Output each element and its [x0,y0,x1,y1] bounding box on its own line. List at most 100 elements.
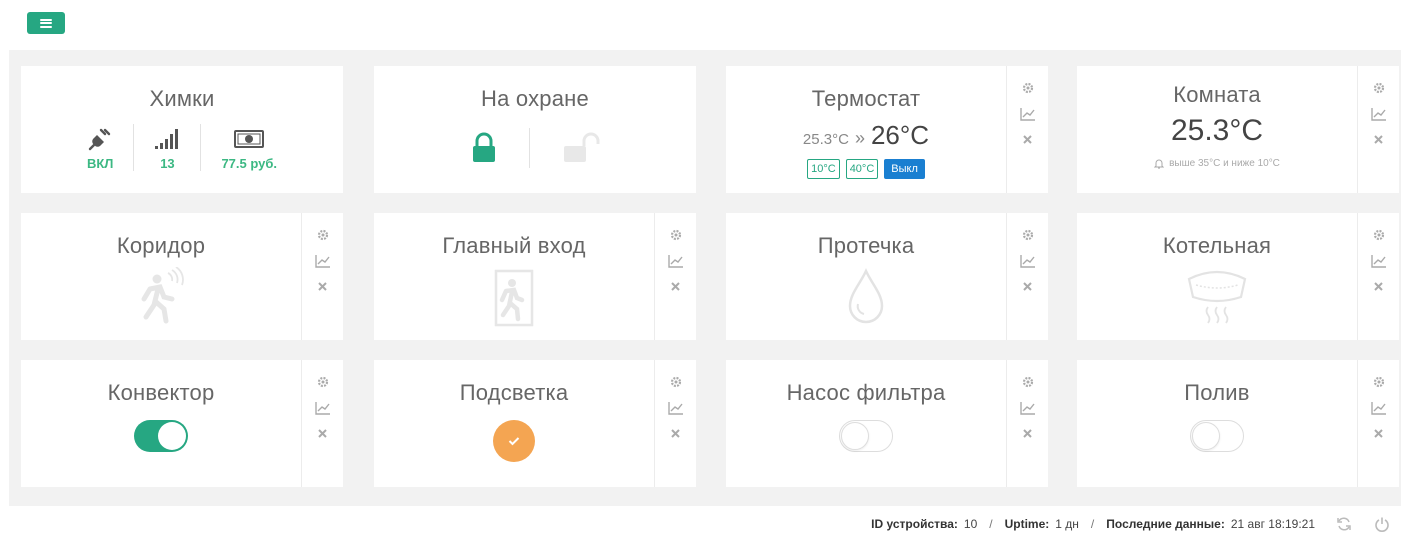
widget-title: Полив [1184,380,1250,405]
gear-icon[interactable] [1020,372,1036,391]
smoke-detector-icon [1186,267,1248,327]
widget-actions [1006,66,1048,193]
close-icon[interactable] [668,424,684,443]
signal-bars-icon [154,124,180,154]
power-value: ВКЛ [86,156,114,171]
checkmark-icon [508,437,520,446]
widget-boiler-room: Котельная [1077,213,1399,340]
gear-icon[interactable] [1020,78,1036,97]
widget-convector: Конвектор [21,360,343,487]
money-icon [234,124,265,154]
widget-actions [1006,360,1048,487]
target-temperature: 26°C [870,120,930,150]
chart-icon[interactable] [1370,251,1387,270]
gear-icon[interactable] [668,225,684,244]
motion-sensor-icon [136,267,186,327]
gear-icon[interactable] [1371,78,1387,97]
status-footer: ID устройства: 10 / Uptime: 1 дн / После… [871,515,1391,533]
chart-icon[interactable] [314,251,331,270]
widget-guard: На охране [374,66,696,193]
widget-title: Комната [1173,82,1261,107]
chart-icon[interactable] [1019,398,1036,417]
widget-backlight: Подсветка [374,360,696,487]
gear-icon[interactable] [315,225,331,244]
widget-title: Конвектор [107,380,215,405]
chart-icon[interactable] [667,398,684,417]
lock-open-icon[interactable] [528,128,632,168]
widget-leak: Протечка [726,213,1048,340]
widget-title: Термостат [811,86,921,111]
device-id-label: ID устройства: [871,517,958,531]
widget-title: Протечка [817,233,915,258]
widget-thermostat: Термостат 25.3°C » 26°C 10°C 40°C Выкл [726,66,1048,193]
watering-toggle[interactable] [1190,420,1244,452]
power-icon[interactable] [1373,515,1391,533]
widget-title: Подсветка [459,380,569,405]
widget-title: Главный вход [442,233,586,258]
max-temp-button[interactable]: 40°C [845,159,879,179]
gear-icon[interactable] [668,372,684,391]
widget-corridor: Коридор [21,213,343,340]
gear-icon[interactable] [1371,225,1387,244]
alert-text: выше 35°C и ниже 10°C [1169,158,1280,169]
close-icon[interactable] [1371,130,1387,149]
convector-toggle[interactable] [134,420,188,452]
chart-icon[interactable] [314,398,331,417]
widget-khimki: Химки ВКЛ 13 77.5 руб. [21,66,343,193]
refresh-icon[interactable] [1335,515,1353,533]
power-stat: ВКЛ [67,124,133,171]
widget-actions [1357,213,1399,340]
widget-actions [1357,66,1399,193]
widget-actions [301,360,343,487]
plug-icon [87,124,113,154]
widget-actions [1357,360,1399,487]
min-temp-button[interactable]: 10°C [807,159,840,179]
widget-watering: Полив [1077,360,1399,487]
menu-button[interactable] [27,12,65,34]
close-icon[interactable] [1020,277,1036,296]
close-icon[interactable] [1371,424,1387,443]
current-temperature: 25.3°C [802,131,849,148]
lock-closed-icon[interactable] [439,128,529,168]
widgets-panel: Химки ВКЛ 13 77.5 руб. На охране Термост… [9,50,1401,506]
chart-icon[interactable] [1019,251,1036,270]
close-icon[interactable] [1020,424,1036,443]
signal-value: 13 [160,156,175,171]
chart-icon[interactable] [667,251,684,270]
gear-icon[interactable] [1371,372,1387,391]
widget-title: Коридор [116,233,206,258]
backlight-button[interactable] [493,420,535,462]
bell-icon [1154,159,1165,169]
widget-filter-pump: Насос фильтра [726,360,1048,487]
widget-title: Химки [149,86,215,111]
filter-pump-toggle[interactable] [839,420,893,452]
close-icon[interactable] [668,277,684,296]
device-id-value: 10 [963,517,978,531]
close-icon[interactable] [315,277,331,296]
close-icon[interactable] [1020,130,1036,149]
widget-actions [654,213,696,340]
signal-stat: 13 [133,124,200,171]
last-data-label: Последние данные: [1106,517,1225,531]
off-button[interactable]: Выкл [884,159,925,179]
room-temperature: 25.3°C [1170,114,1264,147]
chart-icon[interactable] [1019,104,1036,123]
close-icon[interactable] [1371,277,1387,296]
widget-main-entrance: Главный вход [374,213,696,340]
chart-icon[interactable] [1370,104,1387,123]
gear-icon[interactable] [1020,225,1036,244]
widget-title: Насос фильтра [786,380,946,405]
last-data-value: 21 авг 18:19:21 [1230,517,1315,531]
door-exit-icon [492,267,536,327]
separator: / [989,517,993,531]
separator: / [1090,517,1095,531]
balance-stat: 77.5 руб. [200,124,297,171]
chart-icon[interactable] [1370,398,1387,417]
widget-title: Котельная [1162,233,1272,258]
widget-actions [301,213,343,340]
gear-icon[interactable] [315,372,331,391]
widget-room: Комната 25.3°C выше 35°C и ниже 10°C [1077,66,1399,193]
close-icon[interactable] [315,424,331,443]
widget-actions [1006,213,1048,340]
water-drop-icon [846,267,886,327]
